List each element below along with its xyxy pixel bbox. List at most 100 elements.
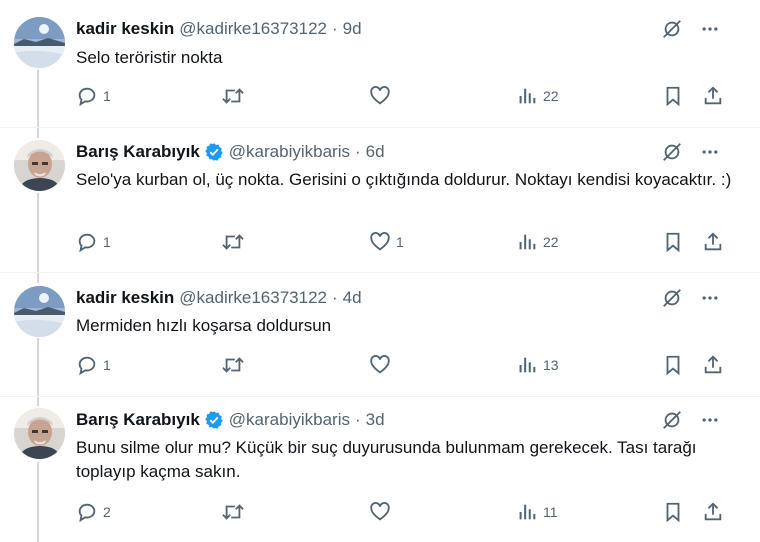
like-button[interactable] [369,85,396,107]
tweet-actions: 1 13 [76,354,736,380]
grok-icon[interactable] [660,408,684,432]
bookmark-button[interactable] [662,85,684,107]
bookmark-button[interactable] [662,354,684,376]
tweet-actions: 1 22 [76,85,736,111]
bookmark-icon [666,502,680,523]
author-handle[interactable]: @karabiyikbaris [229,142,350,162]
divider [0,127,760,128]
more-options-icon[interactable] [698,408,722,432]
author-handle[interactable]: @karabiyikbaris [229,410,350,430]
reply-button[interactable]: 1 [76,231,111,253]
bookmark-button[interactable] [662,231,684,253]
author-handle[interactable]: @kadirke16373122 [179,288,327,308]
views-button[interactable]: 13 [516,354,559,376]
tweet[interactable]: Barış Karabıyık @karabiyikbaris · 6d Sel… [0,140,740,270]
reply-button[interactable]: 1 [76,85,111,107]
retweet-button[interactable] [221,501,245,523]
retweet-button[interactable] [221,354,245,376]
reply-button[interactable]: 1 [76,354,111,376]
avatar[interactable] [14,140,65,191]
heart-icon [370,355,390,374]
share-icon [704,232,722,251]
tweet-actions: 2 11 [76,501,736,527]
separator-dot: · [354,142,361,161]
like-button[interactable] [369,354,396,376]
reply-count: 1 [103,234,111,250]
divider [0,272,760,273]
tweet-header: kadir keskin @kadirke16373122 · 9d [76,17,362,41]
grok-icon[interactable] [660,140,684,164]
views-button[interactable]: 22 [516,85,559,107]
heart-icon [370,502,390,521]
like-count: 1 [396,234,404,250]
like-button[interactable]: 1 [369,231,404,253]
heart-icon [370,86,390,105]
timestamp[interactable]: 4d [343,288,362,308]
views-button[interactable]: 22 [516,231,559,253]
share-button[interactable] [702,231,724,253]
share-button[interactable] [702,85,724,107]
tweet[interactable]: kadir keskin @kadirke16373122 · 4d Mermi… [0,286,740,396]
view-count: 22 [543,88,559,104]
like-button[interactable] [369,501,396,523]
share-icon [704,86,722,105]
timestamp[interactable]: 9d [343,19,362,39]
separator-dot: · [331,288,338,307]
more-options-icon[interactable] [698,286,722,310]
analytics-icon [519,504,536,520]
author-name[interactable]: kadir keskin [76,19,174,39]
tweet-text: Bunu silme olur mu? Küçük bir suç duyuru… [76,438,697,481]
retweet-button[interactable] [221,231,245,253]
tweet-header: Barış Karabıyık @karabiyikbaris · 6d [76,140,385,164]
view-count: 13 [543,357,559,373]
retweet-icon [222,88,244,104]
verified-badge-icon [204,410,224,430]
author-name[interactable]: Barış Karabıyık [76,142,200,162]
reply-icon [78,87,96,107]
reply-icon [78,233,96,253]
reply-count: 2 [103,504,111,520]
more-options-icon[interactable] [698,17,722,41]
bookmark-icon [666,86,680,107]
tweet-actions: 1 1 22 [76,231,736,257]
tweet[interactable]: kadir keskin @kadirke16373122 · 9d Selo … [0,17,740,127]
timestamp[interactable]: 3d [366,410,385,430]
bookmark-icon [666,232,680,253]
author-name[interactable]: kadir keskin [76,288,174,308]
reply-count: 1 [103,88,111,104]
separator-dot: · [331,19,338,38]
bookmark-icon [666,355,680,376]
separator-dot: · [354,410,361,429]
bookmark-button[interactable] [662,501,684,523]
tweet-text: Selo teröristir nokta [76,48,223,67]
tweet[interactable]: Barış Karabıyık @karabiyikbaris · 3d Bun… [0,408,740,538]
avatar[interactable] [14,286,65,337]
reply-button[interactable]: 2 [76,501,111,523]
verified-badge-icon [204,142,224,162]
tweet-top-actions [660,140,722,164]
avatar[interactable] [14,408,65,459]
share-button[interactable] [702,354,724,376]
retweet-button[interactable] [221,85,245,107]
views-button[interactable]: 11 [516,501,558,523]
tweet-text: Mermiden hızlı koşarsa doldursun [76,316,332,335]
timestamp[interactable]: 6d [366,142,385,162]
retweet-icon [222,504,244,520]
grok-icon[interactable] [660,17,684,41]
view-count: 22 [543,234,559,250]
author-name[interactable]: Barış Karabıyık [76,410,200,430]
reply-count: 1 [103,357,111,373]
more-options-icon[interactable] [698,140,722,164]
share-icon [704,502,722,521]
grok-icon[interactable] [660,286,684,310]
avatar[interactable] [14,17,65,68]
tweet-header: Barış Karabıyık @karabiyikbaris · 3d [76,408,385,432]
reply-icon [78,503,96,523]
view-count: 11 [543,504,558,520]
tweet-text: Selo'ya kurban ol, üç nokta. Gerisini o … [76,170,732,189]
analytics-icon [519,234,536,250]
author-handle[interactable]: @kadirke16373122 [179,19,327,39]
tweet-top-actions [660,286,722,310]
share-button[interactable] [702,501,724,523]
divider [0,396,760,397]
